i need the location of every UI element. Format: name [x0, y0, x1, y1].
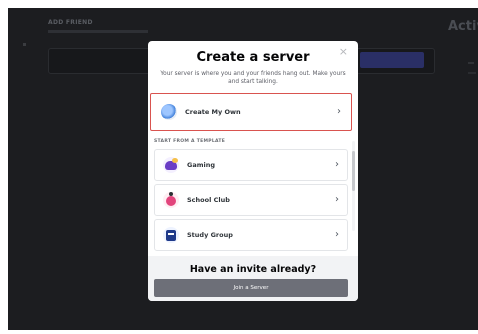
gaming-icon — [163, 157, 179, 173]
join-server-button[interactable]: Join a Server — [154, 279, 348, 297]
template-school-club-option[interactable]: School Club › — [154, 184, 348, 216]
invite-prompt: Have an invite already? — [189, 264, 317, 275]
sidebar-marker — [23, 43, 26, 46]
create-server-modal: × Create a server Your server is where y… — [148, 41, 358, 301]
modal-footer: Have an invite already? Join a Server — [148, 256, 358, 301]
template-label: Gaming — [187, 161, 216, 169]
active-now-line — [468, 72, 476, 74]
chevron-right-icon: › — [337, 106, 341, 117]
template-section-label: START FROM A TEMPLATE — [154, 139, 226, 144]
create-my-own-option[interactable]: Create My Own › — [150, 93, 352, 131]
template-study-group-option[interactable]: Study Group › — [154, 219, 348, 251]
active-now-heading: Activ — [448, 19, 478, 34]
template-label: Study Group — [187, 231, 233, 239]
modal-title: Create a server — [196, 50, 310, 65]
chevron-right-icon: › — [335, 229, 339, 240]
create-my-own-label: Create My Own — [185, 108, 241, 116]
active-now-line — [468, 62, 474, 64]
template-label: School Club — [187, 196, 230, 204]
school-club-icon — [163, 192, 179, 208]
chevron-right-icon: › — [335, 194, 339, 205]
globe-icon — [161, 104, 177, 120]
study-group-icon — [163, 227, 179, 243]
add-friend-subtext — [48, 30, 148, 33]
send-request-button — [360, 52, 424, 68]
scrollbar-thumb[interactable] — [352, 151, 355, 191]
modal-subtitle: Your server is where you and your friend… — [160, 71, 346, 85]
chevron-right-icon: › — [335, 159, 339, 170]
template-gaming-option[interactable]: Gaming › — [154, 149, 348, 181]
add-friend-heading: ADD FRIEND — [48, 19, 93, 26]
